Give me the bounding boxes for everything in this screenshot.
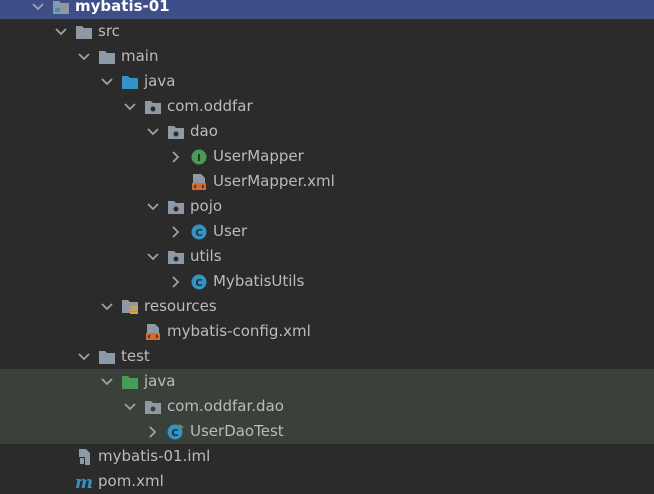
module-folder-icon — [52, 0, 70, 16]
tree-item-label: java — [144, 72, 176, 90]
tree-item-resources[interactable]: resources — [0, 294, 654, 319]
xml-file-icon — [144, 323, 162, 341]
tree-item-label: mybatis-01.iml — [98, 447, 211, 465]
chevron-down-icon[interactable] — [99, 74, 115, 90]
chevron-down-icon[interactable] — [122, 399, 138, 415]
tree-item-pom[interactable]: m pom.xml — [0, 469, 654, 494]
tree-item-label: MybatisUtils — [213, 272, 305, 290]
tree-item-label: pom.xml — [98, 472, 164, 490]
tree-item-mybatis-utils[interactable]: C MybatisUtils — [0, 269, 654, 294]
tree-item-label: utils — [190, 247, 222, 265]
tree-item-label: UserMapper.xml — [213, 172, 335, 190]
source-folder-icon — [121, 73, 139, 91]
package-icon — [144, 98, 162, 116]
tree-item-label: mybatis-config.xml — [167, 322, 311, 340]
tree-item-user-mapper-xml[interactable]: UserMapper.xml — [0, 169, 654, 194]
svg-text:C: C — [195, 228, 202, 239]
xml-file-icon — [190, 173, 208, 191]
folder-icon — [98, 348, 116, 366]
tree-item-label: UserMapper — [213, 147, 304, 165]
project-tree: mybatis-01 src main java com.oddfar dao … — [0, 0, 654, 492]
svg-text:m: m — [75, 473, 93, 491]
chevron-down-icon[interactable] — [76, 349, 92, 365]
tree-item-label: java — [144, 372, 176, 390]
chevron-right-icon[interactable] — [145, 424, 161, 440]
resources-folder-icon — [121, 298, 139, 316]
chevron-down-icon[interactable] — [145, 124, 161, 140]
tree-item-main[interactable]: main — [0, 44, 654, 69]
tree-item-label: UserDaoTest — [190, 422, 284, 440]
svg-text:I: I — [197, 153, 201, 164]
svg-text:C: C — [171, 428, 178, 439]
tree-item-label: main — [121, 47, 159, 65]
tree-item-src[interactable]: src — [0, 19, 654, 44]
folder-icon — [98, 48, 116, 66]
package-icon — [167, 248, 185, 266]
chevron-down-icon[interactable] — [122, 99, 138, 115]
tree-item-label: com.oddfar.dao — [167, 397, 284, 415]
tree-item-test-java[interactable]: java — [0, 369, 654, 394]
tree-item-user[interactable]: C User — [0, 219, 654, 244]
chevron-down-icon[interactable] — [145, 199, 161, 215]
chevron-down-icon[interactable] — [99, 374, 115, 390]
svg-text:C: C — [195, 278, 202, 289]
chevron-down-icon[interactable] — [99, 299, 115, 315]
tree-item-label: User — [213, 222, 248, 240]
tree-item-test[interactable]: test — [0, 344, 654, 369]
tree-item-label: test — [121, 347, 150, 365]
package-icon — [144, 398, 162, 416]
tree-item-project[interactable]: mybatis-01 — [0, 0, 654, 19]
tree-item-iml[interactable]: mybatis-01.iml — [0, 444, 654, 469]
tree-item-pojo[interactable]: pojo — [0, 194, 654, 219]
package-icon — [167, 123, 185, 141]
folder-icon — [75, 23, 93, 41]
chevron-down-icon[interactable] — [53, 24, 69, 40]
iml-file-icon — [75, 448, 93, 466]
tree-item-mybatis-config[interactable]: mybatis-config.xml — [0, 319, 654, 344]
chevron-down-icon[interactable] — [145, 249, 161, 265]
tree-item-com-oddfar[interactable]: com.oddfar — [0, 94, 654, 119]
chevron-down-icon[interactable] — [76, 49, 92, 65]
tree-item-dao[interactable]: dao — [0, 119, 654, 144]
tree-item-user-mapper[interactable]: I UserMapper — [0, 144, 654, 169]
tree-item-utils[interactable]: utils — [0, 244, 654, 269]
package-icon — [167, 198, 185, 216]
tree-item-label: resources — [144, 297, 217, 315]
tree-item-com-oddfar-dao[interactable]: com.oddfar.dao — [0, 394, 654, 419]
chevron-right-icon[interactable] — [168, 274, 184, 290]
chevron-down-icon[interactable] — [30, 0, 46, 15]
class-icon: C — [190, 273, 208, 291]
tree-item-label: com.oddfar — [167, 97, 253, 115]
tree-item-user-dao-test[interactable]: C UserDaoTest — [0, 419, 654, 444]
chevron-right-icon[interactable] — [168, 224, 184, 240]
class-icon: C — [190, 223, 208, 241]
tree-item-label: src — [98, 22, 120, 40]
test-class-icon: C — [167, 423, 185, 441]
chevron-right-icon[interactable] — [168, 149, 184, 165]
tree-item-label: mybatis-01 — [75, 0, 170, 15]
tree-item-label: dao — [190, 122, 218, 140]
tree-item-main-java[interactable]: java — [0, 69, 654, 94]
maven-icon: m — [75, 473, 93, 491]
interface-icon: I — [190, 148, 208, 166]
test-folder-icon — [121, 373, 139, 391]
tree-item-label: pojo — [190, 197, 223, 215]
